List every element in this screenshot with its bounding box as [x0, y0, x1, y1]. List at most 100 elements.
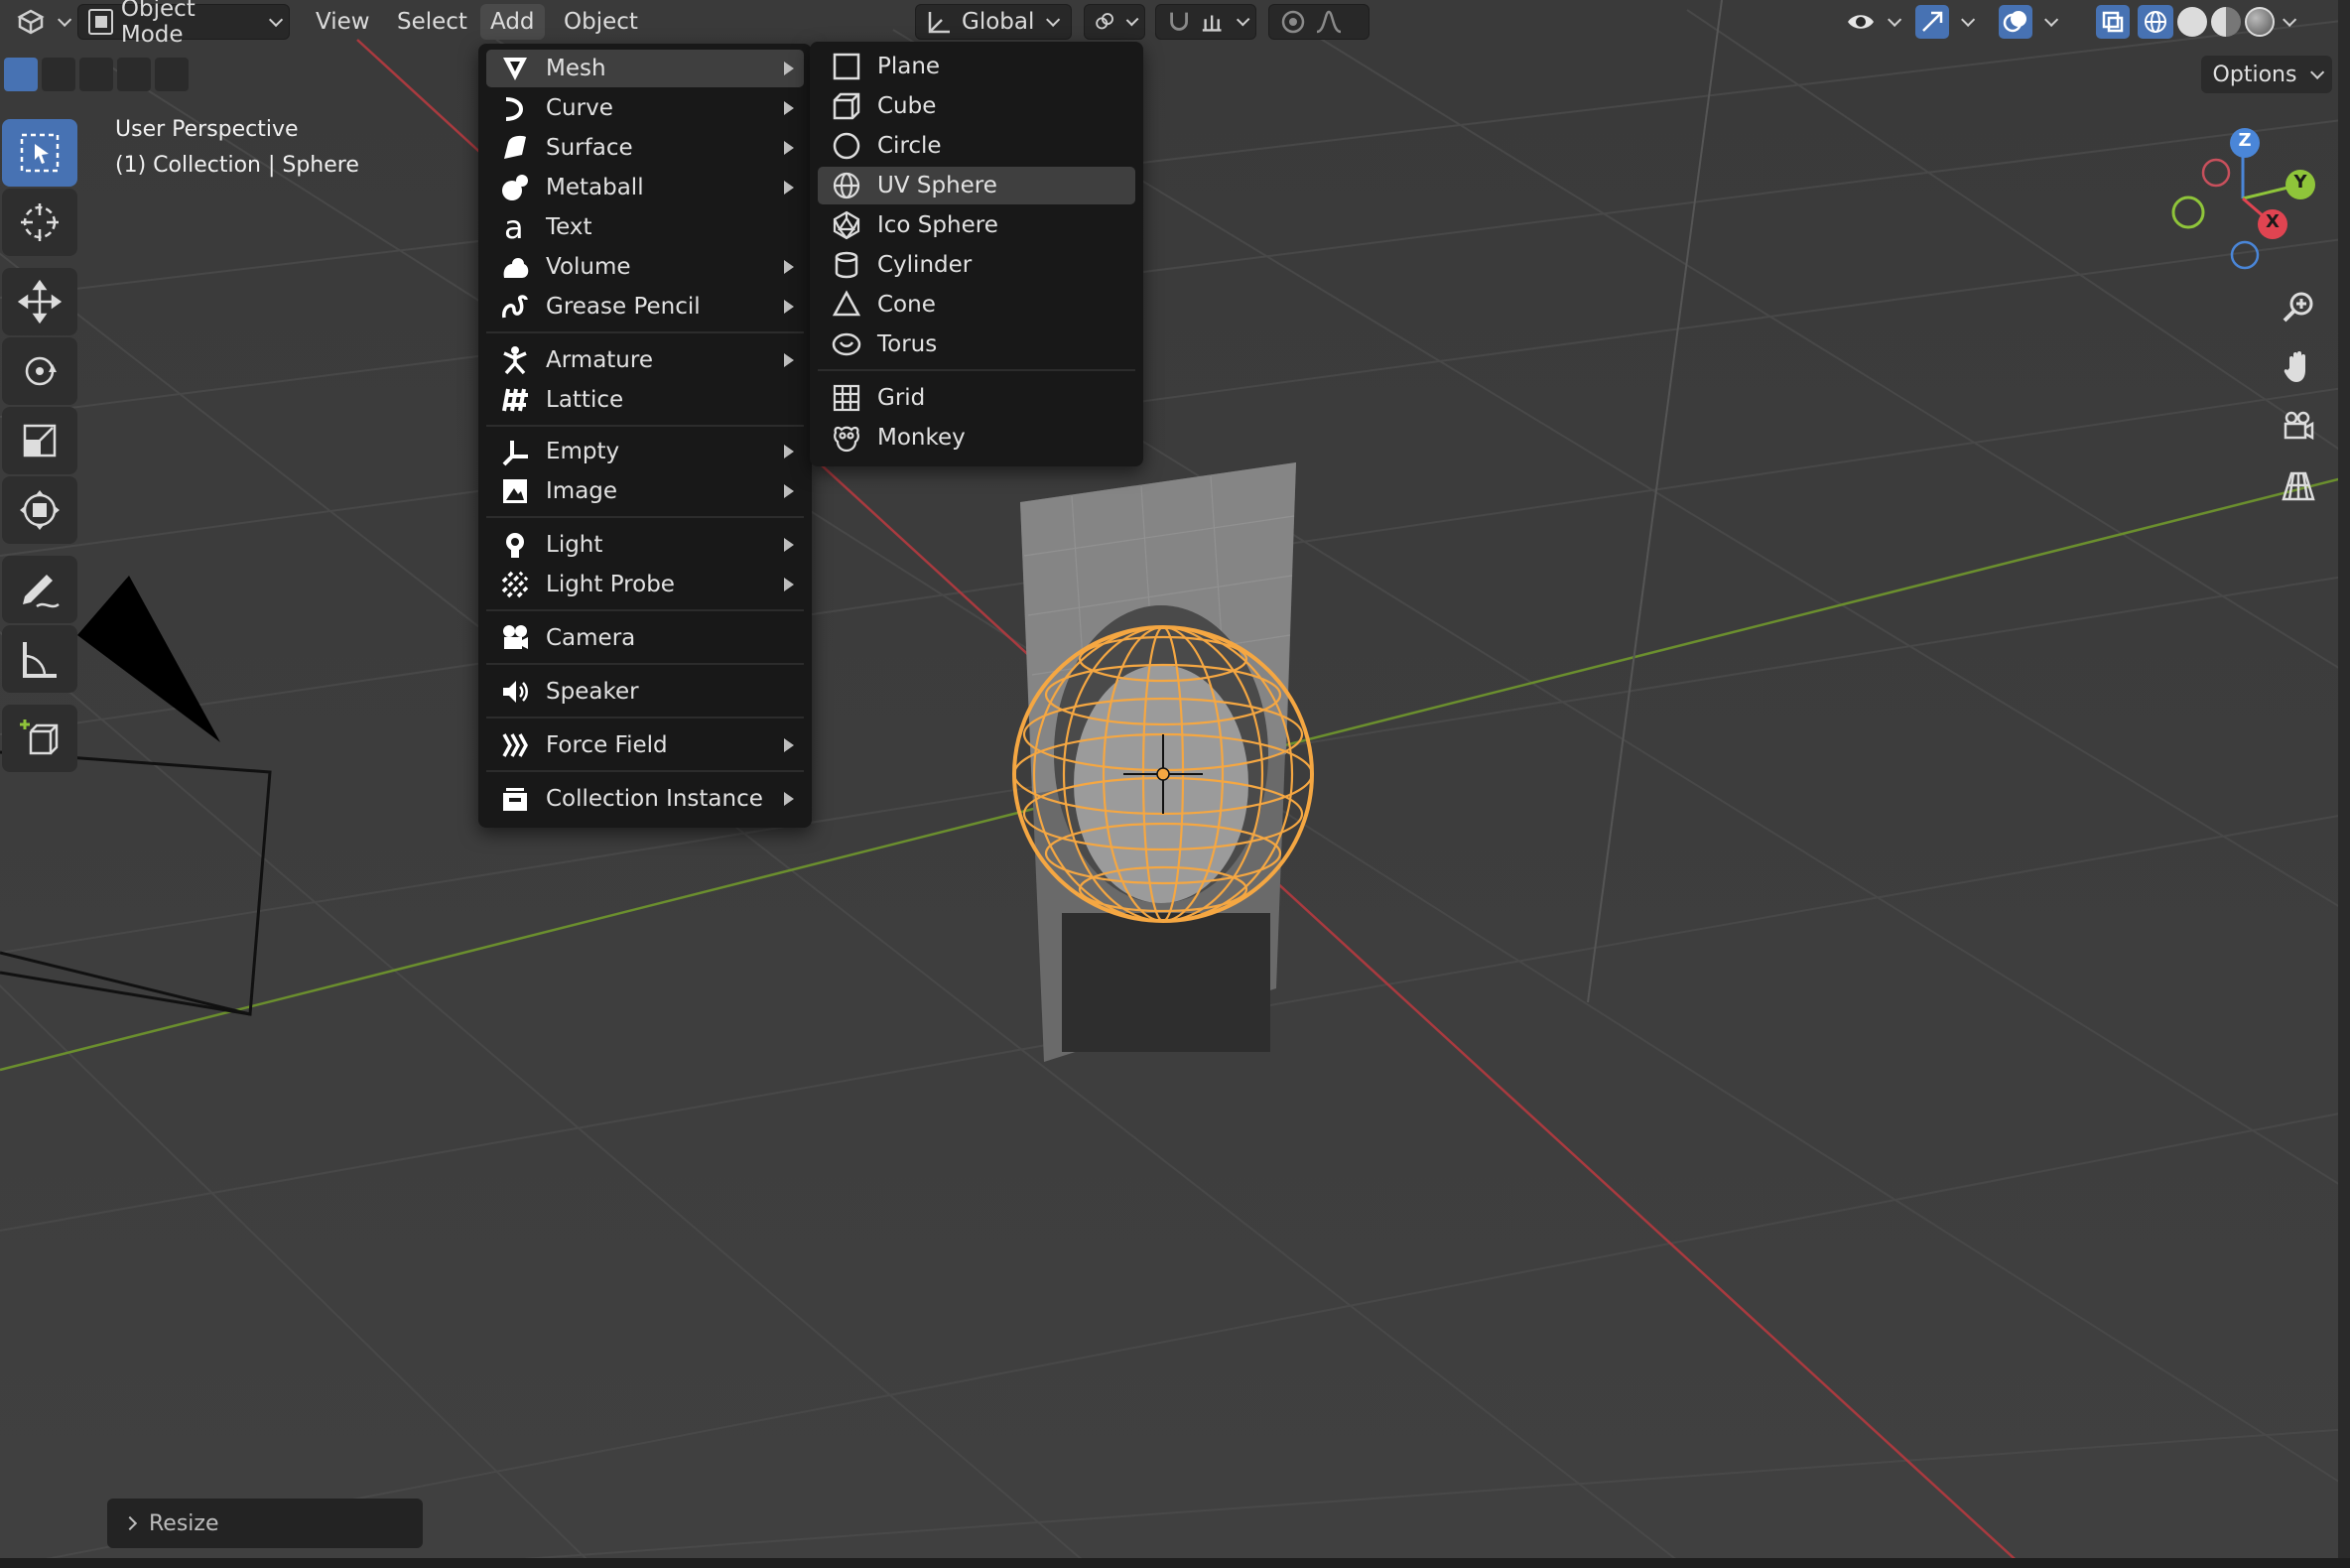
add-menu-light-label: Light [546, 532, 603, 558]
cursor-tool[interactable] [2, 189, 77, 256]
camera-icon [503, 625, 528, 649]
add-menu-mesh[interactable]: Mesh [486, 50, 804, 87]
add-menu-collection-instance[interactable]: Collection Instance [486, 780, 804, 818]
perspective-toggle-button[interactable] [2273, 460, 2324, 512]
chevron-down-icon [1236, 12, 1250, 27]
rotate-tool[interactable] [2, 337, 77, 405]
measure-tool[interactable] [2, 625, 77, 693]
mesh-menu-ico-sphere[interactable]: Ico Sphere [818, 206, 1135, 244]
3d-viewport[interactable]: Z Y X [0, 0, 2350, 1568]
annotate-tool[interactable] [2, 556, 77, 623]
grease-pencil-icon [502, 295, 528, 319]
gizmo-x-label[interactable]: X [2263, 211, 2283, 232]
add-menu-metaball[interactable]: Metaball [486, 169, 804, 206]
mesh-menu-uv-sphere[interactable]: UV Sphere [818, 167, 1135, 204]
submenu-arrow-icon [784, 484, 794, 498]
options-dropdown[interactable]: Options [2201, 56, 2332, 93]
select-extend-icon[interactable] [42, 58, 75, 91]
menu-add[interactable]: Add [480, 4, 545, 40]
scale-tool[interactable] [2, 407, 77, 474]
material-shading-icon[interactable] [2211, 7, 2241, 37]
select-box-tool[interactable] [2, 119, 77, 187]
select-new-icon[interactable] [4, 58, 38, 91]
viewport-collection-label: (1) Collection | Sphere [115, 153, 359, 178]
menu-separator [486, 425, 804, 427]
mesh-menu-cone[interactable]: Cone [818, 286, 1135, 324]
gizmo-z-label[interactable]: Z [2235, 130, 2255, 151]
xray-toggle[interactable] [2086, 4, 2140, 40]
mesh-menu-plane[interactable]: Plane [818, 48, 1135, 85]
mode-dropdown[interactable]: Object Mode [77, 0, 290, 48]
visibility-dropdown[interactable] [1836, 4, 1907, 40]
add-menu-speaker[interactable]: Speaker [486, 673, 804, 711]
scale-icon [23, 424, 57, 457]
rendered-shading-icon[interactable] [2245, 7, 2275, 37]
add-menu-empty[interactable]: Empty [486, 433, 804, 470]
add-menu-surface[interactable]: Surface [486, 129, 804, 167]
add-menu-lattice[interactable]: Lattice [486, 381, 804, 419]
sidebar-edge[interactable] [2338, 0, 2350, 1568]
snap-dropdown[interactable] [1155, 4, 1256, 40]
overlays-icon [1999, 5, 2032, 39]
add-cube-tool[interactable] [2, 705, 77, 772]
menu-view[interactable]: View [306, 4, 380, 40]
chevron-down-icon [269, 12, 284, 27]
zoom-button[interactable] [2273, 282, 2324, 333]
gizmo-y-label[interactable]: Y [2290, 172, 2310, 193]
add-menu-image[interactable]: Image [486, 472, 804, 510]
cylinder-icon [835, 251, 858, 279]
mesh-menu-cone-label: Cone [877, 292, 936, 318]
wireframe-shading-icon[interactable] [2138, 5, 2173, 39]
overlays-toggle[interactable] [1989, 4, 2064, 40]
surface-icon [504, 135, 526, 159]
mesh-menu-torus[interactable]: Torus [818, 326, 1135, 363]
orientation-dropdown[interactable]: Global [915, 4, 1072, 40]
menu-separator [486, 609, 804, 611]
add-menu-grease-pencil[interactable]: Grease Pencil [486, 288, 804, 326]
add-menu-armature[interactable]: Armature [486, 341, 804, 379]
menu-separator [486, 663, 804, 665]
add-menu-text[interactable]: a Text [486, 208, 804, 246]
add-menu-light-probe-label: Light Probe [546, 572, 675, 597]
add-menu-force-field[interactable]: Force Field [486, 726, 804, 764]
last-operator-panel[interactable]: Resize [107, 1499, 423, 1548]
circle-icon [833, 132, 860, 160]
menu-select[interactable]: Select [387, 4, 477, 40]
menu-object[interactable]: Object [554, 4, 648, 40]
add-menu-mesh-label: Mesh [546, 56, 606, 81]
xray-icon [2096, 5, 2130, 39]
status-bar [0, 1558, 2350, 1568]
add-menu-surface-label: Surface [546, 135, 633, 161]
submenu-arrow-icon [784, 181, 794, 195]
mesh-icon [503, 58, 527, 80]
transform-tool[interactable] [2, 476, 77, 544]
move-tool[interactable] [2, 268, 77, 335]
solid-shading-icon[interactable] [2177, 7, 2207, 37]
mesh-submenu: Plane Cube Circle UV Sphere Ico Sphere C… [810, 42, 1143, 466]
editor-type-button[interactable] [6, 4, 77, 40]
menu-separator [818, 369, 1135, 371]
mesh-menu-grid[interactable]: Grid [818, 379, 1135, 417]
mesh-menu-cylinder[interactable]: Cylinder [818, 246, 1135, 284]
add-menu-camera[interactable]: Camera [486, 619, 804, 657]
proportional-edit-icon [1281, 10, 1305, 34]
mesh-menu-cube[interactable]: Cube [818, 87, 1135, 125]
add-menu-curve[interactable]: Curve [486, 89, 804, 127]
add-menu-text-label: Text [546, 214, 592, 240]
camera-view-button[interactable] [2273, 401, 2324, 453]
add-menu-speaker-label: Speaker [546, 679, 639, 705]
add-menu-volume[interactable]: Volume [486, 248, 804, 286]
mesh-menu-monkey[interactable]: Monkey [818, 419, 1135, 457]
add-menu-light-probe[interactable]: Light Probe [486, 566, 804, 603]
gizmo-toggle[interactable] [1905, 4, 1981, 40]
editor-type-icon [17, 9, 45, 35]
proportional-edit-dropdown[interactable] [1268, 4, 1370, 40]
pivot-dropdown[interactable] [1084, 4, 1145, 40]
select-intersect-icon[interactable] [155, 58, 189, 91]
pan-button[interactable] [2273, 341, 2324, 393]
add-menu-armature-label: Armature [546, 347, 653, 373]
select-invert-icon[interactable] [117, 58, 151, 91]
mesh-menu-circle[interactable]: Circle [818, 127, 1135, 165]
select-subtract-icon[interactable] [79, 58, 113, 91]
add-menu-light[interactable]: Light [486, 526, 804, 564]
